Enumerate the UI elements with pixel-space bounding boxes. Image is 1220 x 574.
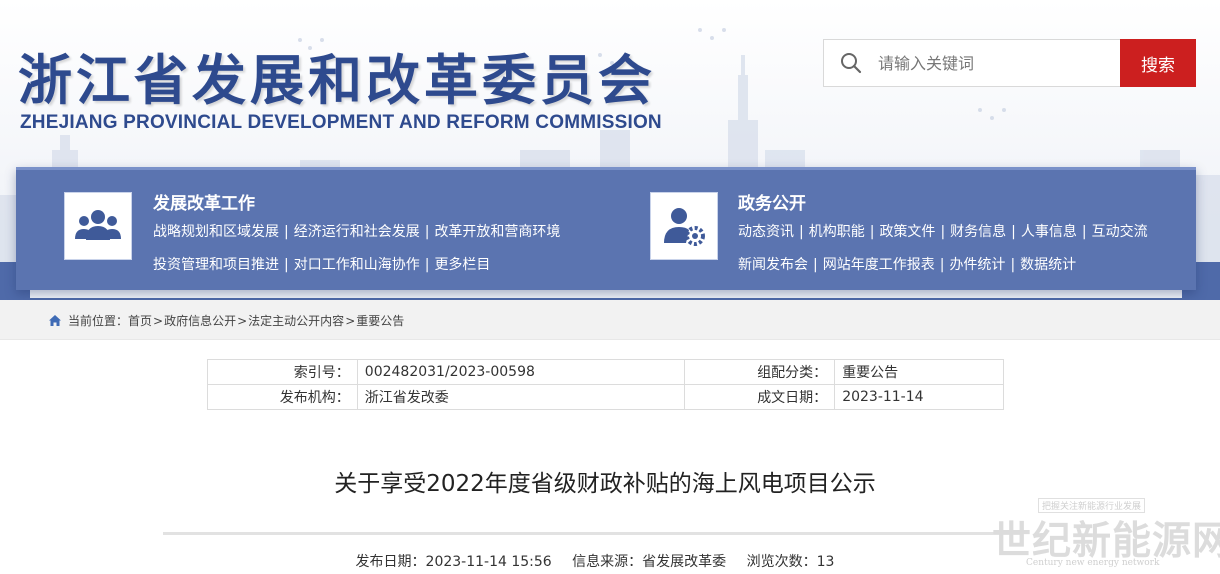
nav-link[interactable]: 动态资讯 [738,224,794,240]
nav-heading-development[interactable]: 发展改革工作 [153,189,255,214]
nav-link[interactable]: 经济运行和社会发展 [294,224,420,240]
nav-link[interactable]: 政策文件 [879,224,935,240]
date-value: 2023-11-14 [834,384,1004,410]
nav-link[interactable]: 对口工作和山海协作 [294,257,420,273]
site-title-english: ZHEJIANG PROVINCIAL DEVELOPMENT AND REFO… [20,112,662,133]
nav-heading-government-affairs[interactable]: 政务公开 [738,189,806,214]
publisher-label: 发布机构： [207,384,358,410]
nav-link[interactable]: 网站年度工作报表 [823,257,935,273]
nav-link[interactable]: 数据统计 [1020,257,1076,273]
nav-link[interactable]: 投资管理和项目推进 [153,257,279,273]
people-icon[interactable] [64,192,132,260]
document-info-table: 索引号： 002482031/2023-00598 组配分类： 重要公告 发布机… [207,359,1004,410]
table-row: 发布机构： 浙江省发改委 成文日期： 2023-11-14 [207,384,1004,410]
nav-link[interactable]: 新闻发布会 [738,257,808,273]
nav-link[interactable]: 财务信息 [950,224,1006,240]
nav-link[interactable]: 人事信息 [1021,224,1077,240]
category-label: 组配分类： [684,359,836,385]
index-value: 002482031/2023-00598 [356,359,686,385]
nav-link[interactable]: 机构职能 [809,224,865,240]
index-label: 索引号： [207,359,358,385]
nav-links-affairs-row1: 动态资讯 | 机构职能 | 政策文件 | 财务信息 | 人事信息 | 互动交流 [738,224,1148,240]
breadcrumb-item-statutory[interactable]: 法定主动公开内容 [248,312,344,329]
nav-link[interactable]: 改革开放和营商环境 [434,224,560,240]
breadcrumb-item-home[interactable]: 首页 [128,312,152,329]
site-title: 浙江省发展和改革委员会 [18,49,656,112]
nav-links-affairs-row2: 新闻发布会 | 网站年度工作报表 | 办件统计 | 数据统计 [738,257,1077,273]
nav-panel: 发展改革工作 战略规划和区域发展 | 经济运行和社会发展 | 改革开放和营商环境 投资管… [16,167,1196,290]
breadcrumb-item-announcement[interactable]: 重要公告 [356,312,404,329]
search-icon [824,40,878,86]
view-count: 浏览次数：13 [746,554,835,570]
date-label: 成文日期： [684,384,836,410]
category-value: 重要公告 [834,359,1004,385]
breadcrumb-bar: 当前位置： 首页 > 政府信息公开 > 法定主动公开内容 > 重要公告 [0,300,1220,340]
watermark-english: Century new energy network [1026,558,1160,568]
nav-panel-shadow [30,290,1182,298]
nav-link[interactable]: 办件统计 [949,257,1005,273]
nav-link[interactable]: 互动交流 [1092,224,1148,240]
nav-links-development-row1: 战略规划和区域发展 | 经济运行和社会发展 | 改革开放和营商环境 [153,224,561,240]
nav-link[interactable]: 战略规划和区域发展 [153,224,279,240]
info-source: 信息来源：省发展改革委 [572,554,727,570]
title-divider [163,532,1021,535]
nav-link-more[interactable]: 更多栏目 [434,257,490,273]
user-gear-icon[interactable] [650,192,718,260]
breadcrumb: 当前位置： 首页 > 政府信息公开 > 法定主动公开内容 > 重要公告 [48,312,404,329]
breadcrumb-item-gov-info[interactable]: 政府信息公开 [164,312,236,329]
nav-links-development-row2: 投资管理和项目推进 | 对口工作和山海协作 | 更多栏目 [153,257,491,273]
search-button[interactable]: 搜索 [1120,39,1196,87]
watermark-logo: 把握关注新能源行业发展 世纪新能源网 Century new energy ne… [990,498,1220,574]
breadcrumb-prefix: 当前位置： [68,314,129,328]
table-row: 索引号： 002482031/2023-00598 组配分类： 重要公告 [207,359,1004,385]
search-box: 搜索 [823,39,1196,87]
home-icon [48,314,62,327]
article-title: 关于享受2022年度省级财政补贴的海上风电项目公示 [334,471,876,497]
search-input[interactable] [878,40,1120,86]
publish-date: 发布日期：2023-11-14 15:56 [355,554,552,570]
publisher-value: 浙江省发改委 [356,384,686,410]
